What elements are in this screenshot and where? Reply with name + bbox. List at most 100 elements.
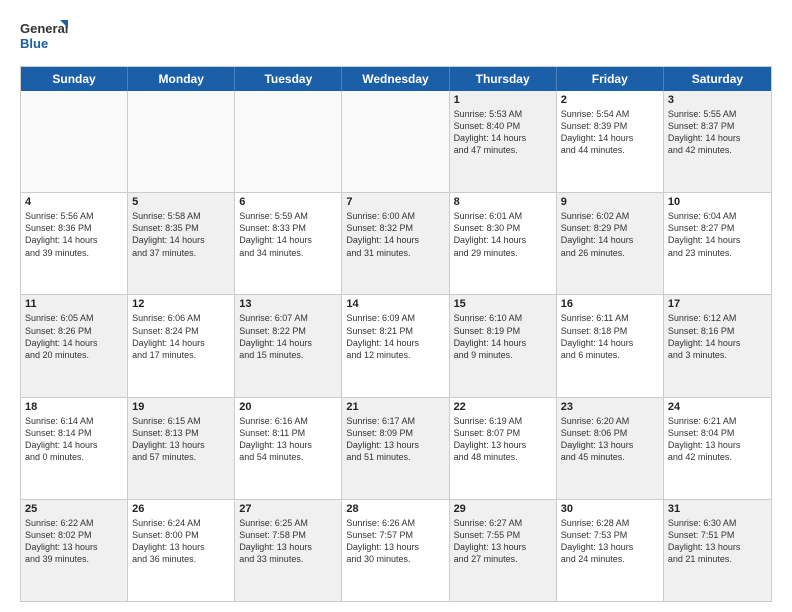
day-details: Sunrise: 6:06 AM Sunset: 8:24 PM Dayligh… <box>132 312 230 361</box>
day-number: 11 <box>25 298 123 310</box>
header-day-tuesday: Tuesday <box>235 67 342 91</box>
day-details: Sunrise: 5:58 AM Sunset: 8:35 PM Dayligh… <box>132 210 230 259</box>
empty-cell <box>342 91 449 192</box>
day-cell-24: 24 Sunrise: 6:21 AM Sunset: 8:04 PM Dayli… <box>664 398 771 499</box>
day-cell-29: 29 Sunrise: 6:27 AM Sunset: 7:55 PM Dayli… <box>450 500 557 601</box>
day-number: 8 <box>454 196 552 208</box>
day-cell-19: 19 Sunrise: 6:15 AM Sunset: 8:13 PM Dayli… <box>128 398 235 499</box>
day-cell-30: 30 Sunrise: 6:28 AM Sunset: 7:53 PM Dayli… <box>557 500 664 601</box>
day-cell-8: 8 Sunrise: 6:01 AM Sunset: 8:30 PM Daylig… <box>450 193 557 294</box>
day-cell-4: 4Sunrise: 5:56 AM Sunset: 8:36 PM Daylig… <box>21 193 128 294</box>
day-number: 13 <box>239 298 337 310</box>
day-number: 14 <box>346 298 444 310</box>
day-details: Sunrise: 6:10 AM Sunset: 8:19 PM Dayligh… <box>454 312 552 361</box>
day-number: 18 <box>25 401 123 413</box>
week-row-3: 18 Sunrise: 6:14 AM Sunset: 8:14 PM Dayli… <box>21 398 771 500</box>
day-details: Sunrise: 6:02 AM Sunset: 8:29 PM Dayligh… <box>561 210 659 259</box>
day-number: 15 <box>454 298 552 310</box>
day-details: Sunrise: 6:05 AM Sunset: 8:26 PM Dayligh… <box>25 312 123 361</box>
header: General Blue <box>20 16 772 56</box>
day-details: Sunrise: 5:53 AM Sunset: 8:40 PM Dayligh… <box>454 108 552 157</box>
day-cell-11: 11 Sunrise: 6:05 AM Sunset: 8:26 PM Dayli… <box>21 295 128 396</box>
day-details: Sunrise: 6:24 AM Sunset: 8:00 PM Dayligh… <box>132 517 230 566</box>
day-cell-20: 20Sunrise: 6:16 AM Sunset: 8:11 PM Dayli… <box>235 398 342 499</box>
day-cell-15: 15 Sunrise: 6:10 AM Sunset: 8:19 PM Dayli… <box>450 295 557 396</box>
day-cell-28: 28Sunrise: 6:26 AM Sunset: 7:57 PM Dayli… <box>342 500 449 601</box>
day-number: 24 <box>668 401 767 413</box>
day-number: 31 <box>668 503 767 515</box>
day-details: Sunrise: 6:01 AM Sunset: 8:30 PM Dayligh… <box>454 210 552 259</box>
day-number: 6 <box>239 196 337 208</box>
day-number: 30 <box>561 503 659 515</box>
day-number: 22 <box>454 401 552 413</box>
day-details: Sunrise: 6:14 AM Sunset: 8:14 PM Dayligh… <box>25 415 123 464</box>
day-details: Sunrise: 6:21 AM Sunset: 8:04 PM Dayligh… <box>668 415 767 464</box>
day-details: Sunrise: 6:27 AM Sunset: 7:55 PM Dayligh… <box>454 517 552 566</box>
day-number: 29 <box>454 503 552 515</box>
day-details: Sunrise: 5:54 AM Sunset: 8:39 PM Dayligh… <box>561 108 659 157</box>
day-number: 26 <box>132 503 230 515</box>
day-number: 10 <box>668 196 767 208</box>
day-cell-17: 17 Sunrise: 6:12 AM Sunset: 8:16 PM Dayli… <box>664 295 771 396</box>
day-cell-21: 21 Sunrise: 6:17 AM Sunset: 8:09 PM Dayli… <box>342 398 449 499</box>
day-cell-14: 14 Sunrise: 6:09 AM Sunset: 8:21 PM Dayli… <box>342 295 449 396</box>
header-day-monday: Monday <box>128 67 235 91</box>
day-cell-2: 2 Sunrise: 5:54 AM Sunset: 8:39 PM Daylig… <box>557 91 664 192</box>
day-details: Sunrise: 6:19 AM Sunset: 8:07 PM Dayligh… <box>454 415 552 464</box>
day-cell-18: 18 Sunrise: 6:14 AM Sunset: 8:14 PM Dayli… <box>21 398 128 499</box>
day-details: Sunrise: 6:26 AM Sunset: 7:57 PM Dayligh… <box>346 517 444 566</box>
day-cell-1: 1Sunrise: 5:53 AM Sunset: 8:40 PM Daylig… <box>450 91 557 192</box>
day-number: 25 <box>25 503 123 515</box>
day-cell-7: 7Sunrise: 6:00 AM Sunset: 8:32 PM Daylig… <box>342 193 449 294</box>
day-number: 3 <box>668 94 767 106</box>
day-number: 5 <box>132 196 230 208</box>
day-cell-12: 12 Sunrise: 6:06 AM Sunset: 8:24 PM Dayli… <box>128 295 235 396</box>
day-details: Sunrise: 6:09 AM Sunset: 8:21 PM Dayligh… <box>346 312 444 361</box>
svg-text:Blue: Blue <box>20 36 48 51</box>
header-day-saturday: Saturday <box>664 67 771 91</box>
calendar: SundayMondayTuesdayWednesdayThursdayFrid… <box>20 66 772 602</box>
empty-cell <box>128 91 235 192</box>
calendar-body: 1Sunrise: 5:53 AM Sunset: 8:40 PM Daylig… <box>21 91 771 601</box>
day-cell-9: 9 Sunrise: 6:02 AM Sunset: 8:29 PM Daylig… <box>557 193 664 294</box>
day-number: 16 <box>561 298 659 310</box>
header-day-sunday: Sunday <box>21 67 128 91</box>
day-details: Sunrise: 6:22 AM Sunset: 8:02 PM Dayligh… <box>25 517 123 566</box>
logo-svg: General Blue <box>20 16 70 56</box>
header-day-friday: Friday <box>557 67 664 91</box>
day-number: 23 <box>561 401 659 413</box>
day-number: 21 <box>346 401 444 413</box>
day-details: Sunrise: 6:15 AM Sunset: 8:13 PM Dayligh… <box>132 415 230 464</box>
calendar-header: SundayMondayTuesdayWednesdayThursdayFrid… <box>21 67 771 91</box>
day-number: 19 <box>132 401 230 413</box>
day-cell-23: 23 Sunrise: 6:20 AM Sunset: 8:06 PM Dayli… <box>557 398 664 499</box>
header-day-wednesday: Wednesday <box>342 67 449 91</box>
page: General Blue SundayMondayTuesdayWednesda… <box>0 0 792 612</box>
day-details: Sunrise: 6:20 AM Sunset: 8:06 PM Dayligh… <box>561 415 659 464</box>
day-details: Sunrise: 5:59 AM Sunset: 8:33 PM Dayligh… <box>239 210 337 259</box>
empty-cell <box>21 91 128 192</box>
day-cell-26: 26 Sunrise: 6:24 AM Sunset: 8:00 PM Dayli… <box>128 500 235 601</box>
day-cell-25: 25 Sunrise: 6:22 AM Sunset: 8:02 PM Dayli… <box>21 500 128 601</box>
day-cell-27: 27 Sunrise: 6:25 AM Sunset: 7:58 PM Dayli… <box>235 500 342 601</box>
day-details: Sunrise: 6:25 AM Sunset: 7:58 PM Dayligh… <box>239 517 337 566</box>
day-number: 17 <box>668 298 767 310</box>
day-details: Sunrise: 6:12 AM Sunset: 8:16 PM Dayligh… <box>668 312 767 361</box>
day-number: 12 <box>132 298 230 310</box>
day-details: Sunrise: 6:11 AM Sunset: 8:18 PM Dayligh… <box>561 312 659 361</box>
day-cell-22: 22 Sunrise: 6:19 AM Sunset: 8:07 PM Dayli… <box>450 398 557 499</box>
day-number: 9 <box>561 196 659 208</box>
day-number: 2 <box>561 94 659 106</box>
day-details: Sunrise: 5:55 AM Sunset: 8:37 PM Dayligh… <box>668 108 767 157</box>
week-row-1: 4Sunrise: 5:56 AM Sunset: 8:36 PM Daylig… <box>21 193 771 295</box>
day-cell-16: 16 Sunrise: 6:11 AM Sunset: 8:18 PM Dayli… <box>557 295 664 396</box>
day-details: Sunrise: 6:16 AM Sunset: 8:11 PM Dayligh… <box>239 415 337 464</box>
day-cell-10: 10Sunrise: 6:04 AM Sunset: 8:27 PM Dayli… <box>664 193 771 294</box>
day-number: 27 <box>239 503 337 515</box>
day-details: Sunrise: 6:28 AM Sunset: 7:53 PM Dayligh… <box>561 517 659 566</box>
day-details: Sunrise: 6:07 AM Sunset: 8:22 PM Dayligh… <box>239 312 337 361</box>
day-details: Sunrise: 6:17 AM Sunset: 8:09 PM Dayligh… <box>346 415 444 464</box>
day-number: 7 <box>346 196 444 208</box>
day-cell-5: 5 Sunrise: 5:58 AM Sunset: 8:35 PM Daylig… <box>128 193 235 294</box>
header-day-thursday: Thursday <box>450 67 557 91</box>
